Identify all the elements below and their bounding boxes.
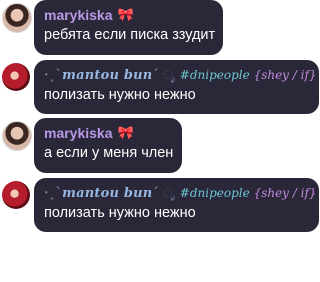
message-bubble[interactable]: marykiska 🎀 а если у меня член	[34, 118, 182, 173]
status-text: #dnipeople {shey / if}	[180, 68, 317, 82]
status-hashtag: #dnipeople	[179, 68, 250, 82]
author-name-text: mantou bun	[62, 67, 153, 83]
author-row: marykiska 🎀	[44, 6, 213, 24]
author-prefix: ·˛`	[44, 67, 63, 83]
author-name[interactable]: marykiska	[44, 125, 113, 141]
status-hashtag: #dnipeople	[179, 186, 250, 200]
message-text: а если у меня член	[44, 145, 174, 161]
message-text: ребята если писка ззудит	[44, 27, 216, 43]
author-row: marykiska 🎀	[44, 124, 172, 142]
author-suffix: ´	[152, 67, 160, 83]
message-bubble[interactable]: ·˛`mantou bun´ ೃ #dnipeople {shey / if} …	[34, 60, 319, 114]
author-row: ·˛`mantou bun´ ೃ #dnipeople {shey / if}	[44, 184, 317, 202]
status-tags: {shey / if}	[253, 186, 317, 200]
author-name[interactable]: marykiska	[44, 7, 113, 23]
message-text: полизать нужно нежно	[44, 205, 196, 221]
decoration-icon: ೃ	[163, 67, 175, 82]
status-tags: {shey / if}	[253, 68, 317, 82]
decoration-icon: ೃ	[163, 185, 175, 200]
author-name[interactable]: ·˛`mantou bun´	[44, 186, 159, 201]
author-suffix: ´	[152, 185, 160, 201]
message-bubble[interactable]: ·˛`mantou bun´ ೃ #dnipeople {shey / if} …	[34, 178, 319, 232]
author-row: ·˛`mantou bun´ ೃ #dnipeople {shey / if}	[44, 66, 317, 84]
avatar[interactable]	[2, 181, 30, 209]
bow-icon: 🎀	[117, 7, 134, 22]
message-text: полизать нужно нежно	[44, 87, 196, 103]
avatar[interactable]	[2, 63, 30, 91]
author-name-text: mantou bun	[62, 185, 153, 201]
author-prefix: ·˛`	[44, 185, 63, 201]
message-bubble[interactable]: marykiska 🎀 ребята если писка ззудит	[34, 0, 223, 55]
avatar[interactable]	[2, 121, 32, 151]
status-text: #dnipeople {shey / if}	[180, 186, 317, 200]
bow-icon: 🎀	[117, 125, 134, 140]
avatar[interactable]	[2, 3, 32, 33]
author-name[interactable]: ·˛`mantou bun´	[44, 68, 159, 83]
